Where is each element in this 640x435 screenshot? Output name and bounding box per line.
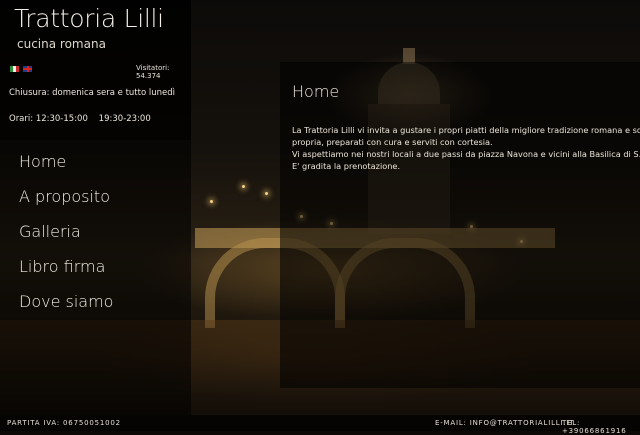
nav-item-gallery[interactable]: Galleria — [19, 220, 113, 255]
footer-bar: PARTITA IVA: 06750051002 E-MAIL: INFO@TR… — [0, 415, 640, 435]
street-light — [242, 185, 245, 188]
intro-paragraph: E' gradita la prenotazione. — [292, 161, 401, 171]
site-tagline: cucina romana — [17, 37, 106, 51]
content-panel: Home La Trattoria Lilli vi invita a gust… — [280, 62, 640, 388]
language-switcher — [10, 66, 32, 72]
nav-item-guestbook[interactable]: Libro firma — [19, 255, 113, 290]
intro-paragraph: Vi aspettiamo nei nostri locali a due pa… — [292, 149, 640, 159]
closure-info: Chiusura: domenica sera e tutto lunedì — [9, 88, 175, 98]
main-navigation: Home A proposito Galleria Libro firma Do… — [19, 150, 113, 325]
street-light — [265, 192, 268, 195]
street-light — [210, 200, 213, 203]
nav-item-home[interactable]: Home — [19, 150, 113, 185]
italy-flag-icon[interactable] — [10, 66, 19, 72]
intro-text: La Trattoria Lilli vi invita a gustare i… — [292, 124, 640, 172]
intro-paragraph: propria, preparati con cura e serviti co… — [292, 137, 493, 147]
visitor-counter: Visitatori: 54.374 — [136, 64, 170, 80]
vat-number: PARTITA IVA: 06750051002 — [7, 419, 121, 427]
opening-hours: Orari: 12:30-15:00 19:30-23:00 — [9, 114, 151, 124]
page-title: Home — [292, 82, 340, 101]
intro-paragraph: La Trattoria Lilli vi invita a gustare i… — [292, 125, 640, 135]
nav-item-about[interactable]: A proposito — [19, 185, 113, 220]
site-logo[interactable]: Trattoria Lilli — [14, 4, 164, 33]
nav-item-location[interactable]: Dove siamo — [19, 290, 113, 325]
sidebar: Trattoria Lilli cucina romana Visitatori… — [0, 0, 191, 415]
uk-flag-icon[interactable] — [23, 66, 32, 72]
email-link[interactable]: E-MAIL: INFO@TRATTORIALILLI.IT — [435, 419, 574, 427]
phone-number: TEL: +39066861916 — [562, 419, 627, 435]
